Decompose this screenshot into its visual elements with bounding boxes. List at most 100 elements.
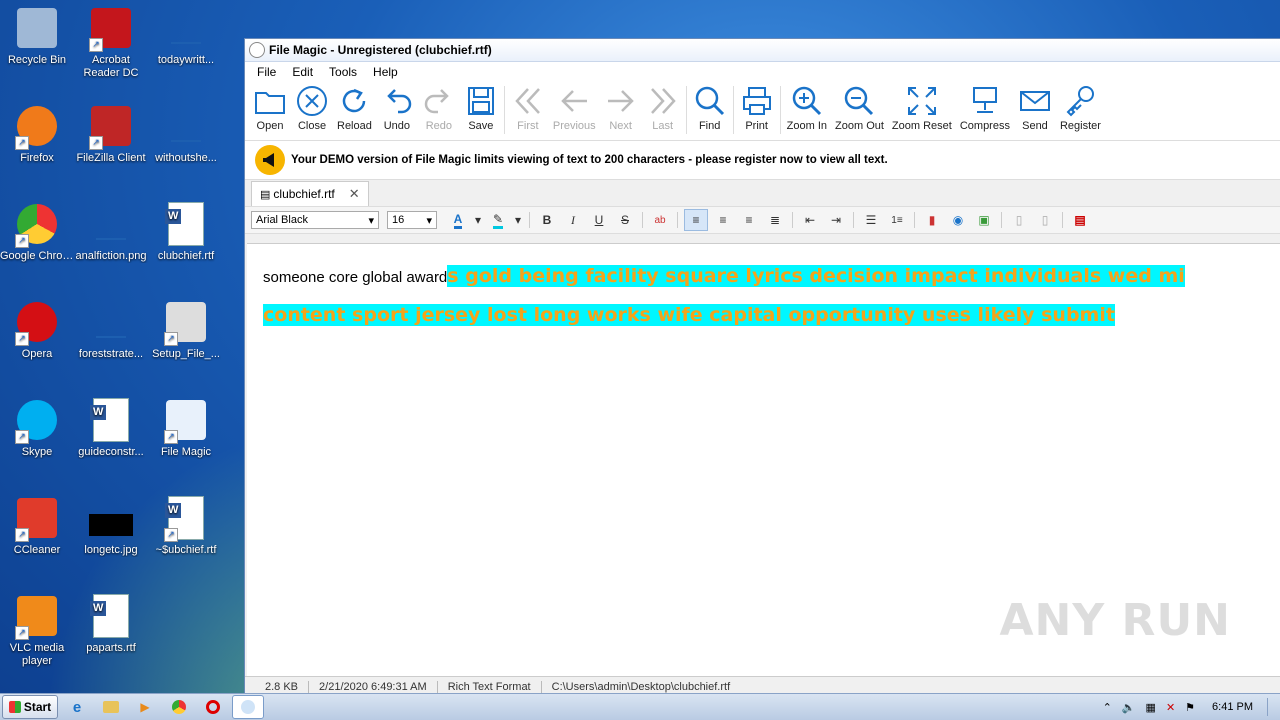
menu-bar: File Edit Tools Help	[245, 62, 1280, 82]
indent-button[interactable]: ⇥	[825, 210, 847, 230]
status-path: C:\Users\admin\Desktop\clubchief.rtf	[551, 681, 731, 693]
undo-button[interactable]: Undo	[376, 82, 418, 132]
show-hidden-icons-icon[interactable]: ⌃	[1103, 701, 1112, 714]
align-left-button[interactable]: ≡	[684, 209, 708, 231]
document-body[interactable]: someone core global awards gold being fa…	[247, 244, 1280, 350]
zoom-out-icon	[845, 86, 874, 116]
zoom-reset-button[interactable]: Zoom Reset	[888, 82, 956, 132]
tab-clubchief[interactable]: ▤ clubchief.rtf ✕	[251, 181, 369, 206]
window-title: File Magic - Unregistered (clubchief.rtf…	[269, 43, 492, 57]
highlight-color-button[interactable]: ✎	[487, 210, 509, 230]
font-color-button[interactable]: A	[447, 210, 469, 230]
desktop-icon[interactable]: withoutshe...	[149, 104, 223, 165]
taskbar-media-player[interactable]: ▶	[130, 696, 160, 718]
desktop-icon-label: ~$ubchief.rtf	[155, 544, 217, 556]
export-pdf-button[interactable]: ▤	[1069, 210, 1091, 230]
previous-button[interactable]: Previous	[549, 82, 600, 132]
redo-icon	[424, 89, 449, 114]
desktop-icon[interactable]: ↗ FileZilla Client	[74, 104, 148, 165]
menu-tools[interactable]: Tools	[321, 65, 365, 79]
justify-button[interactable]: ≣	[764, 210, 786, 230]
volume-icon[interactable]: 🔈	[1122, 701, 1136, 714]
close-button[interactable]: Close	[291, 82, 333, 132]
desktop-icon[interactable]: foreststrate...	[74, 300, 148, 361]
redo-button[interactable]: Redo	[418, 82, 460, 132]
desktop-icon[interactable]: Recycle Bin	[0, 6, 74, 67]
font-family-select[interactable]: Arial Black ▾	[251, 211, 379, 229]
font-color-dropdown[interactable]: ▾	[473, 210, 483, 230]
clock[interactable]: 6:41 PM	[1212, 701, 1253, 713]
desktop-icon[interactable]: analfiction.png	[74, 202, 148, 263]
register-button[interactable]: Register	[1056, 82, 1105, 132]
menu-help[interactable]: Help	[365, 65, 406, 79]
network-icon[interactable]: ▦	[1146, 701, 1156, 714]
send-button[interactable]: Send	[1014, 82, 1056, 132]
zoom-in-button[interactable]: Zoom In	[783, 82, 831, 132]
page-button[interactable]: ▯	[1008, 210, 1030, 230]
menu-file[interactable]: File	[249, 65, 284, 79]
desktop-icon[interactable]: longetc.jpg	[74, 496, 148, 557]
desktop-icon[interactable]: Wclubchief.rtf	[149, 202, 223, 263]
align-center-button[interactable]: ≡	[712, 210, 734, 230]
menu-edit[interactable]: Edit	[284, 65, 321, 79]
desktop-icon[interactable]: ↗ Acrobat Reader DC	[74, 6, 148, 80]
strikethrough-button[interactable]: S	[614, 210, 636, 230]
zoom-in-icon	[792, 86, 821, 116]
last-button[interactable]: Last	[642, 82, 684, 132]
open-button[interactable]: Open	[249, 82, 291, 132]
taskbar-explorer[interactable]	[96, 696, 126, 718]
start-button[interactable]: Start	[2, 695, 58, 719]
globe-link-icon: ◉	[952, 213, 964, 227]
flag-icon[interactable]: ⚑	[1185, 701, 1195, 714]
align-right-button[interactable]: ≡	[738, 210, 760, 230]
desktop-icon[interactable]: ↗ File Magic	[149, 398, 223, 459]
shortcut-arrow-icon: ↗	[15, 234, 29, 248]
desktop-icon[interactable]: ↗ Skype	[0, 398, 74, 459]
desktop-icon[interactable]: ↗ Opera	[0, 300, 74, 361]
first-button[interactable]: First	[507, 82, 549, 132]
desktop-icon[interactable]: ↗ Google Chrome	[0, 202, 74, 263]
underline-button[interactable]: U	[588, 210, 610, 230]
desktop-icon[interactable]: Wpaparts.rtf	[74, 594, 148, 655]
bold-button[interactable]: B	[536, 210, 558, 230]
highlight-color-dropdown[interactable]: ▾	[513, 210, 523, 230]
desktop-icon[interactable]: ↗ Firefox	[0, 104, 74, 165]
page-setup-button[interactable]: ▯	[1034, 210, 1056, 230]
insert-image-button[interactable]: ▣	[973, 210, 995, 230]
align-left-icon: ≡	[692, 213, 700, 227]
desktop-icon[interactable]: W ↗ ~$ubchief.rtf	[149, 496, 223, 557]
next-button[interactable]: Next	[600, 82, 642, 132]
spellcheck-button[interactable]: ab	[649, 210, 671, 230]
taskbar-ie[interactable]: e	[62, 696, 92, 718]
desktop-icon[interactable]: ↗ Setup_File_...	[149, 300, 223, 361]
printer-icon	[742, 87, 771, 115]
desktop-icon[interactable]: ↗ CCleaner	[0, 496, 74, 557]
taskbar-opera[interactable]	[198, 696, 228, 718]
desktop-icon[interactable]: ↗ VLC media player	[0, 594, 74, 668]
compress-button[interactable]: Compress	[956, 82, 1014, 132]
font-size-select[interactable]: 16 ▾	[387, 211, 437, 229]
italic-button[interactable]: I	[562, 210, 584, 230]
reload-button[interactable]: Reload	[333, 82, 376, 132]
numbered-list-button[interactable]: 1≡	[886, 210, 908, 230]
outdent-button[interactable]: ⇤	[799, 210, 821, 230]
desktop-icon[interactable]: Wguideconstr...	[74, 398, 148, 459]
show-desktop-icon[interactable]	[1267, 698, 1280, 716]
outdent-icon: ⇤	[804, 213, 816, 227]
shortcut-arrow-icon: ↗	[15, 332, 29, 346]
zoom-out-button[interactable]: Zoom Out	[831, 82, 888, 132]
cancel-icon[interactable]: ✕	[1166, 701, 1175, 714]
save-button[interactable]: Save	[460, 82, 502, 132]
desktop-icon-label: withoutshe...	[155, 152, 217, 164]
print-button[interactable]: Print	[736, 82, 778, 132]
bookmark-button[interactable]: ▮	[921, 210, 943, 230]
find-button[interactable]: Find	[689, 82, 731, 132]
tab-close-icon[interactable]: ✕	[349, 186, 360, 202]
taskbar-file-magic[interactable]	[232, 695, 264, 719]
bullet-list-button[interactable]: ☰	[860, 210, 882, 230]
taskbar-chrome[interactable]	[164, 696, 194, 718]
title-bar[interactable]: File Magic - Unregistered (clubchief.rtf…	[245, 39, 1280, 62]
document-editor[interactable]: someone core global awards gold being fa…	[247, 243, 1280, 676]
desktop-icon[interactable]: todaywritt...	[149, 6, 223, 67]
hyperlink-button[interactable]: ◉	[947, 210, 969, 230]
